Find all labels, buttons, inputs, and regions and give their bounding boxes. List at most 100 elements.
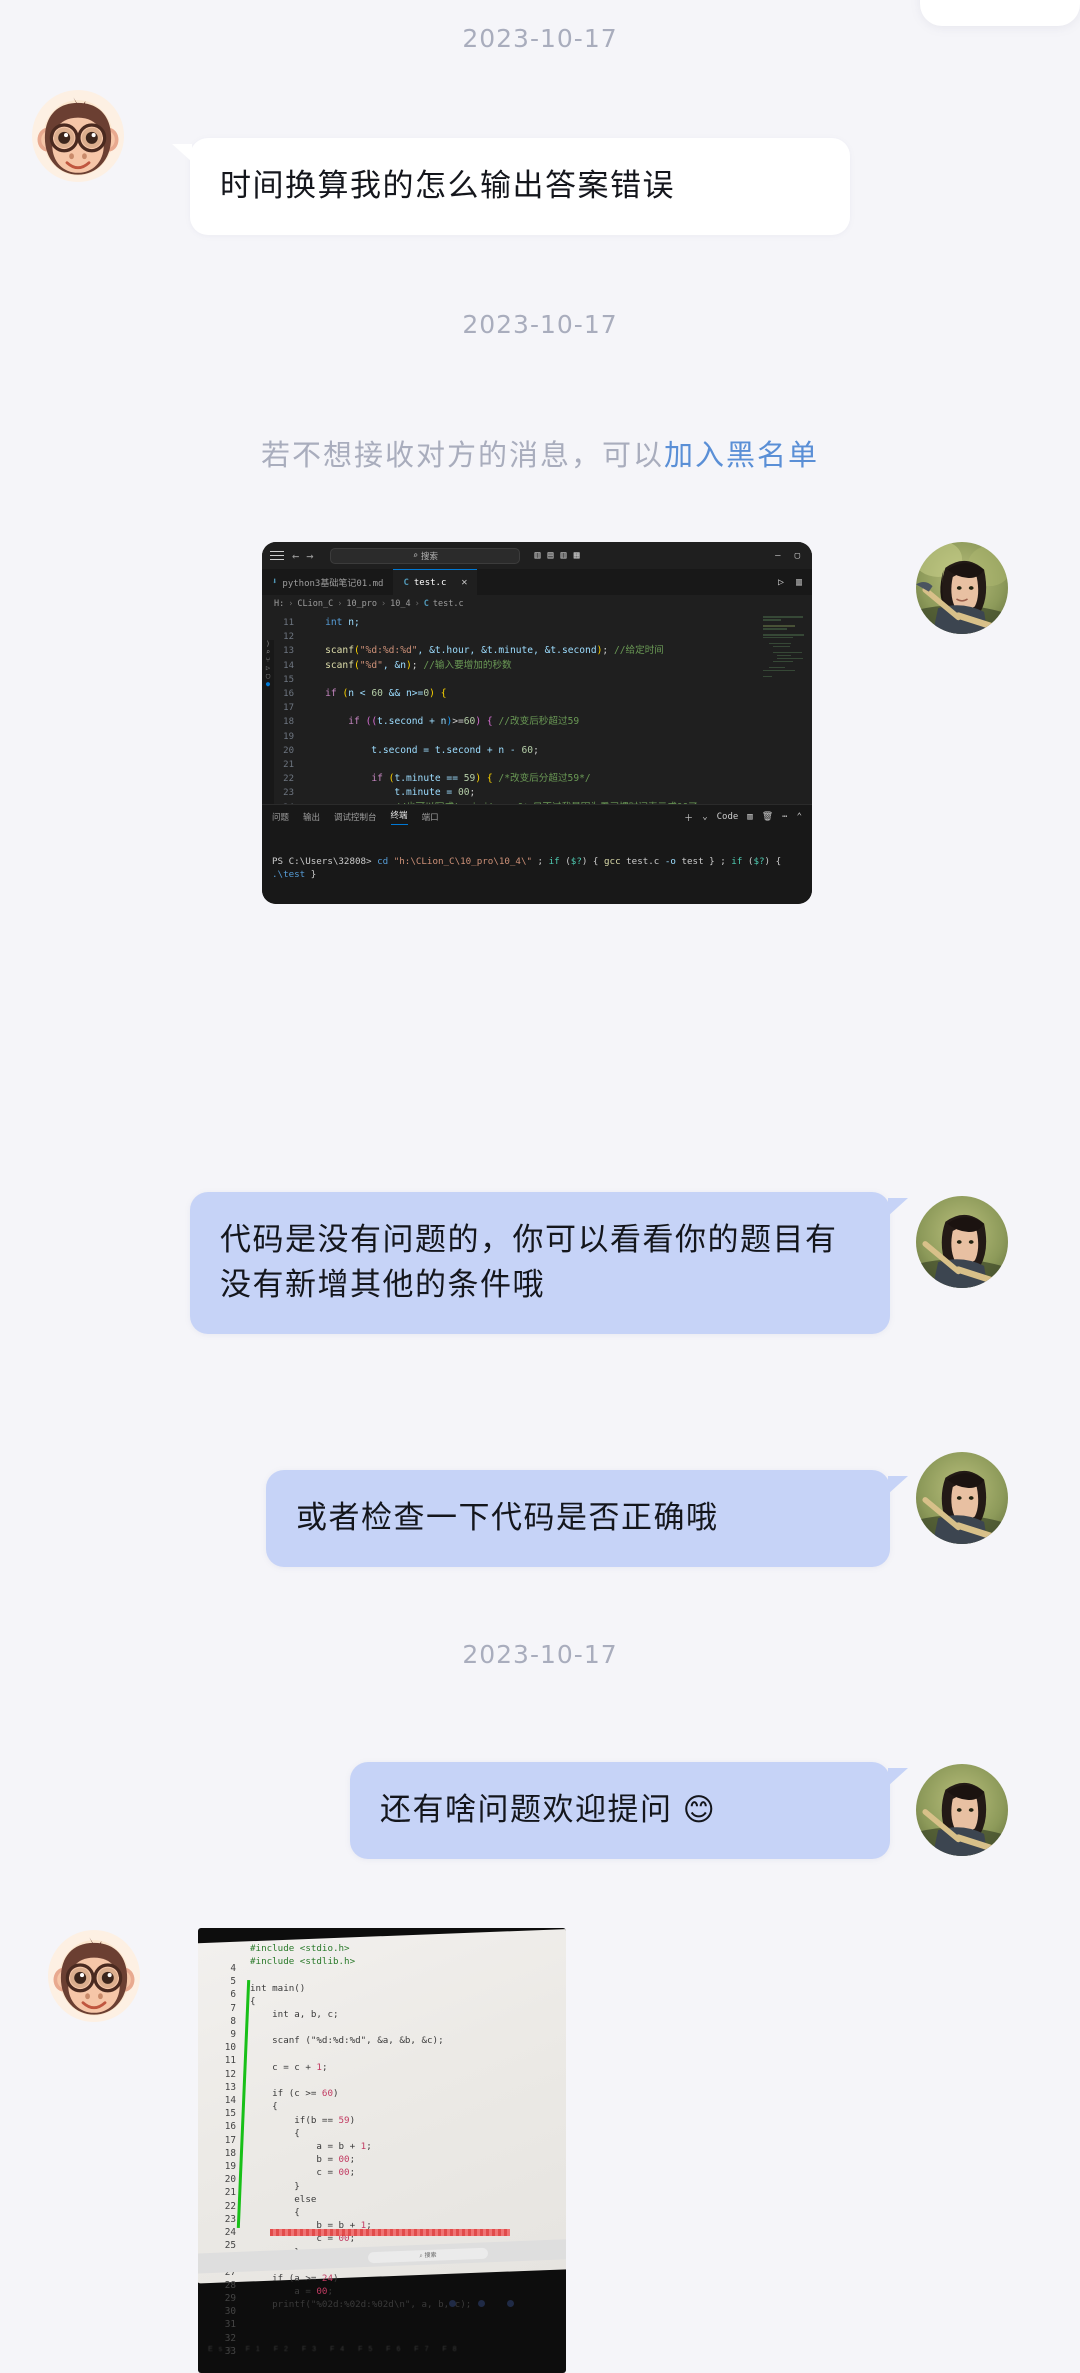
code-token: //给定时间 (613, 645, 664, 657)
date-separator-1: 2023-10-17 (462, 24, 618, 53)
message-bubble-outgoing-2[interactable]: 或者检查一下代码是否正确哦 (266, 1470, 890, 1567)
panel-left-icon[interactable]: ▥ (534, 550, 540, 561)
code-token: n; (342, 617, 360, 628)
layout-icons[interactable]: ▥ ▤ ▥ ▦ (534, 550, 579, 561)
code-content[interactable]: int n; scanf("%d:%d:%d", &t.hour, &t.min… (302, 613, 812, 804)
photo-code-line: if (a >= 24) (250, 2273, 339, 2285)
split-editor-icon[interactable]: ▥ (796, 577, 802, 588)
panel-tab-output[interactable]: 输出 (303, 811, 320, 823)
layout-grid-icon[interactable]: ▦ (574, 550, 580, 561)
terminal-profile-label[interactable]: Code (717, 812, 739, 822)
code-line: t.second = t.second + n - 60; (302, 744, 812, 758)
photo-code-line: #include <stdio.h> (250, 1943, 350, 1954)
photo-line-number: 10 (224, 2042, 236, 2054)
avatar-person-1[interactable] (916, 542, 1008, 634)
code-token: t.second = t.second + n - (302, 744, 522, 756)
run-icon[interactable]: ▷ (778, 577, 784, 588)
tab-python-notes[interactable]: ⬇ python3基础笔记01.md (262, 569, 394, 595)
blacklist-link[interactable]: 加入黑名单 (664, 440, 819, 472)
window-controls[interactable]: — ▢ (775, 551, 804, 561)
split-terminal-icon[interactable]: ▥ (747, 812, 752, 822)
close-icon[interactable]: ✕ (461, 577, 467, 588)
avatar-monkey-2[interactable] (48, 1930, 140, 2022)
avatar-person-4[interactable] (916, 1764, 1008, 1856)
code-token: 60 (521, 744, 534, 756)
photo-line-number: 30 (224, 2306, 236, 2318)
photo-code-line: } (250, 2180, 300, 2192)
vscode-screenshot[interactable]: ← → ⌕ 搜索 ▥ ▤ ▥ ▦ — ▢ ⬇ python3基础笔记01.md (262, 542, 812, 904)
code-token: ; (411, 659, 424, 671)
photo-code-line (250, 2048, 471, 2061)
photo-code-line: #include <stdlib.h> (250, 1956, 356, 1968)
panel-tab-terminal[interactable]: 终端 (390, 809, 408, 825)
date-separator-3: 2023-10-17 (462, 1640, 618, 1669)
panel-tab-problems[interactable]: 问题 (272, 811, 289, 823)
tabbar-actions[interactable]: ▷ ▥ (778, 569, 812, 595)
panel-bottom-icon[interactable]: ▤ (548, 550, 554, 561)
search-input[interactable]: ⌕ 搜索 (330, 547, 521, 564)
chevron-down-icon[interactable]: ⌄ (702, 812, 707, 822)
vscode-editor[interactable]: 1112131415161718192021222324252627282930… (262, 613, 812, 804)
new-terminal-icon[interactable]: ＋ (684, 811, 693, 824)
terminal-output[interactable]: PS C:\Users\32808> cd "h:\CLion_C\10_pro… (262, 829, 812, 904)
message-bubble-incoming-1[interactable]: 时间换算我的怎么输出答案错误 (190, 138, 850, 235)
breadcrumb-item-1[interactable]: CLion_C (297, 599, 333, 609)
nav-forward-icon[interactable]: → (306, 549, 316, 563)
photo-line-number: 13 (224, 2081, 236, 2093)
photo-line-number: 11 (224, 2055, 236, 2067)
code-token: "%d" (359, 659, 383, 671)
photo-code-line: { (250, 2207, 300, 2219)
more-actions-icon[interactable]: ⋯ (782, 812, 787, 822)
window-minimize-icon[interactable]: — (775, 551, 780, 561)
window-maximize-icon[interactable]: ▢ (795, 551, 800, 561)
collapse-panel-icon[interactable]: ⌃ (797, 812, 802, 822)
chevron-right-icon: › (337, 599, 343, 609)
breadcrumb-item-4[interactable]: test.c (433, 599, 464, 609)
message-bubble-outgoing-3[interactable]: 还有啥问题欢迎提问 😊 (350, 1762, 890, 1859)
photo-code-line: { (250, 1995, 256, 2007)
breadcrumb[interactable]: H: › CLion_C › 10_pro › 10_4 › C test.c (262, 595, 812, 613)
photo-error-strip (270, 2229, 510, 2236)
avatar-monkey[interactable] (32, 90, 124, 182)
nav-back-icon[interactable]: ← (292, 549, 302, 563)
code-token: int (325, 617, 343, 628)
hamburger-icon[interactable] (270, 548, 284, 562)
photo-code-line: if (c >= 60) (250, 2088, 339, 2100)
top-sheet-peek (920, 0, 1080, 26)
chevron-right-icon: › (414, 599, 420, 609)
code-token: && n>= (382, 688, 424, 700)
avatar-person-3[interactable] (916, 1452, 1008, 1544)
code-line: if (n < 60 && n>=0) { (302, 687, 812, 701)
bubble-tail-right (888, 1198, 908, 1216)
panel-right-icon[interactable]: ▥ (561, 550, 567, 561)
tab-test-c[interactable]: C test.c ✕ (393, 569, 478, 595)
panel-actions[interactable]: ＋ ⌄ Code ▥ 🗑 ⋯ ⌃ (684, 811, 802, 824)
panel-tabbar: 问题 输出 调试控制台 终端 端口 ＋ ⌄ Code ▥ 🗑 ⋯ ⌃ (262, 805, 812, 829)
code-token: 60 (371, 688, 383, 700)
search-icon: ⌕ (412, 550, 419, 561)
trash-icon[interactable]: 🗑 (762, 812, 773, 822)
code-token: if (348, 716, 360, 728)
code-line: scanf("%d:%d:%d", &t.hour, &t.minute, &t… (302, 644, 812, 658)
activity-bar-peek[interactable]: ) ⌕ ⑂ ▷ ▢ ● (262, 640, 274, 804)
breadcrumb-item-2[interactable]: 10_pro (346, 599, 377, 609)
photo-code-line: c = c + 1; (250, 2061, 328, 2073)
breadcrumb-item-3[interactable]: 10_4 (390, 599, 410, 609)
message-text: 还有啥问题欢迎提问 😊 (380, 1792, 717, 1827)
message-bubble-outgoing-1[interactable]: 代码是没有问题的，你可以看看你的题目有没有新增其他的条件哦 (190, 1192, 890, 1334)
panel-tab-debug-console[interactable]: 调试控制台 (334, 811, 377, 823)
minimap[interactable] (763, 616, 809, 678)
code-token: t.minute = (302, 787, 458, 799)
monitor-photo[interactable]: 4567891011121314151617181920212223242526… (198, 1928, 566, 2373)
code-line: scanf("%d", &n); //输入要增加的秒数 (302, 659, 812, 673)
breadcrumb-item-0[interactable]: H: (274, 599, 284, 609)
photo-code-line: a = 00; (250, 2286, 334, 2298)
vscode-titlebar: ← → ⌕ 搜索 ▥ ▤ ▥ ▦ — ▢ (262, 542, 812, 569)
vscode-panel[interactable]: 问题 输出 调试控制台 终端 端口 ＋ ⌄ Code ▥ 🗑 ⋯ ⌃ PS C:… (262, 804, 812, 904)
panel-tab-ports[interactable]: 端口 (422, 811, 439, 823)
avatar-person-2[interactable] (916, 1196, 1008, 1288)
photo-line-numbers: 4567891011121314151617181920212223242526… (210, 1962, 236, 2358)
code-token: (( (365, 716, 378, 728)
